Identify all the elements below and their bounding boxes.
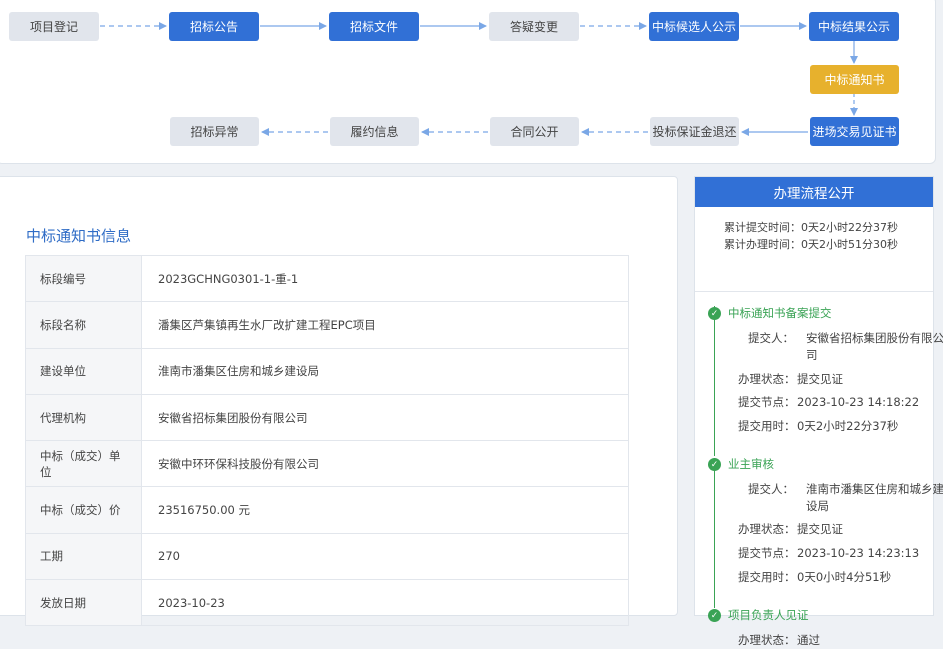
flow-node-tender-notice[interactable]: 招标公告 — [169, 12, 259, 41]
node-label: 提交节点： — [738, 546, 796, 560]
step-title: 业主审核 — [728, 457, 774, 471]
flow-node-qa-change[interactable]: 答疑变更 — [489, 12, 579, 41]
flow-node-contract-public[interactable]: 合同公开 — [490, 117, 579, 146]
row-key: 标段名称 — [25, 301, 142, 349]
submitter-label: 提交人： — [748, 482, 794, 496]
row-value: 安徽省招标集团股份有限公司 — [141, 393, 629, 442]
duration-value: 0天2小时22分37秒 — [797, 419, 899, 433]
process-panel: 办理流程公开 累计提交时间：0天2小时22分37秒 累计办理时间：0天2小时51… — [694, 176, 943, 647]
duration-value: 0天0小时4分51秒 — [797, 570, 892, 584]
timeline-line — [714, 306, 715, 456]
total-handle-time: 累计办理时间：0天2小时51分30秒 — [724, 238, 898, 251]
node-label: 提交节点： — [738, 395, 796, 409]
flow-node-candidate-notice[interactable]: 中标候选人公示 — [649, 12, 739, 41]
node-value: 2023-10-23 14:18:22 — [797, 395, 920, 409]
row-value: 淮南市潘集区住房和城乡建设局 — [141, 347, 629, 395]
flow-node-award-notice[interactable]: 中标通知书 — [810, 65, 899, 94]
status-label: 办理状态： — [738, 522, 796, 536]
row-key: 中标（成交）单位 — [25, 440, 142, 488]
process-totals: 累计提交时间：0天2小时22分37秒 累计办理时间：0天2小时51分30秒 — [695, 207, 933, 292]
check-icon: ✓ — [708, 458, 721, 471]
submitter-label: 提交人： — [748, 331, 794, 345]
duration-label: 提交用时： — [738, 419, 796, 433]
step-title: 项目负责人见证 — [728, 608, 809, 622]
check-icon: ✓ — [708, 609, 721, 622]
check-icon: ✓ — [708, 307, 721, 320]
status-value: 提交见证 — [797, 522, 843, 536]
row-key: 代理机构 — [25, 393, 142, 442]
status-label: 办理状态： — [738, 372, 796, 386]
table-row: 标段编号 2023GCHNG0301-1-重-1 — [25, 254, 629, 303]
table-row: 发放日期 2023-10-23 — [25, 579, 629, 627]
status-value: 提交见证 — [797, 372, 843, 386]
flow-node-tender-document[interactable]: 招标文件 — [329, 12, 419, 41]
row-value: 270 — [141, 532, 629, 581]
row-value: 2023GCHNG0301-1-重-1 — [141, 254, 629, 303]
award-info-table: 标段编号 2023GCHNG0301-1-重-1 标段名称 潘集区芦集镇再生水厂改扩… — [25, 254, 629, 627]
flow-node-deposit-refund[interactable]: 投标保证金退还 — [650, 117, 739, 146]
table-row: 标段名称 潘集区芦集镇再生水厂改扩建工程EPC项目 — [25, 301, 629, 349]
table-row: 中标（成交）价 23516750.00 元 — [25, 486, 629, 534]
submitter-value: 安徽省招标集团股份有限公司 — [806, 331, 943, 362]
submitter-value: 淮南市潘集区住房和城乡建设局 — [806, 482, 943, 513]
flow-node-performance-info[interactable]: 履约信息 — [330, 117, 419, 146]
total-submit-time: 累计提交时间：0天2小时22分37秒 — [724, 221, 898, 234]
row-key: 中标（成交）价 — [25, 486, 142, 534]
flow-node-witness-certificate[interactable]: 进场交易见证书 — [810, 117, 899, 146]
row-key: 发放日期 — [25, 579, 142, 627]
table-row: 代理机构 安徽省招标集团股份有限公司 — [25, 393, 629, 442]
process-title: 办理流程公开 — [695, 177, 933, 207]
row-key: 标段编号 — [25, 254, 142, 303]
row-value: 23516750.00 元 — [141, 486, 629, 534]
row-value: 潘集区芦集镇再生水厂改扩建工程EPC项目 — [141, 301, 629, 349]
node-value: 2023-10-23 14:23:13 — [797, 546, 920, 560]
flow-node-tender-exception[interactable]: 招标异常 — [170, 117, 259, 146]
row-key: 工期 — [25, 532, 142, 581]
flow-node-project-register[interactable]: 项目登记 — [9, 12, 99, 41]
award-info-title: 中标通知书信息 — [26, 227, 132, 245]
flow-node-result-notice[interactable]: 中标结果公示 — [809, 12, 899, 41]
table-row: 中标（成交）单位 安徽中环环保科技股份有限公司 — [25, 440, 629, 488]
step-title: 中标通知书备案提交 — [728, 306, 832, 320]
timeline-line — [714, 458, 715, 608]
table-row: 建设单位 淮南市潘集区住房和城乡建设局 — [25, 347, 629, 395]
flow-panel — [0, 0, 936, 164]
row-value: 2023-10-23 — [141, 579, 629, 627]
table-row: 工期 270 — [25, 532, 629, 581]
duration-label: 提交用时： — [738, 570, 796, 584]
row-value: 安徽中环环保科技股份有限公司 — [141, 440, 629, 488]
award-info-panel: 中标通知书信息 标段编号 2023GCHNG0301-1-重-1 标段名称 潘集区芦… — [0, 176, 678, 627]
status-label: 办理状态： — [738, 633, 796, 647]
row-key: 建设单位 — [25, 347, 142, 395]
status-value: 通过 — [797, 633, 820, 647]
